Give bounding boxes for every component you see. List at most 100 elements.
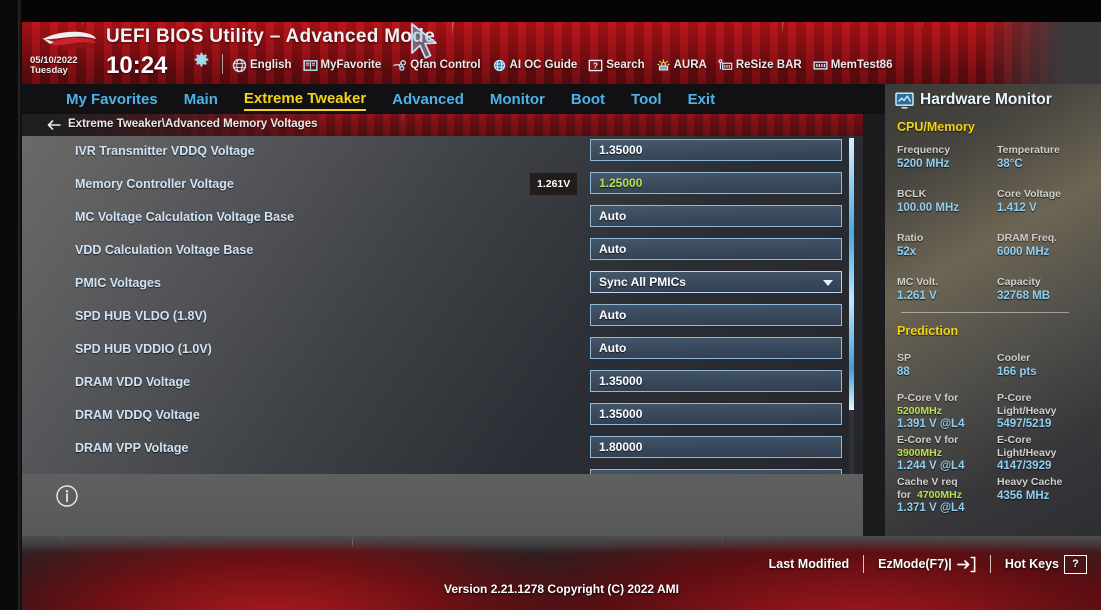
hm-temperature: Temperature 38°C — [997, 144, 1060, 170]
hm-key: BCLK — [897, 188, 927, 200]
setting-value-field[interactable]: 1.25000 — [590, 172, 842, 194]
book-icon — [302, 59, 318, 71]
setting-row[interactable]: MC Voltage Calculation Voltage Base Auto — [22, 202, 863, 235]
setting-row[interactable]: PMIC Voltages Sync All PMICs — [22, 268, 863, 301]
header-divider — [222, 54, 223, 74]
last-modified-button[interactable]: Last Modified — [769, 557, 850, 571]
setting-row[interactable]: VDD Calculation Voltage Base Auto — [22, 235, 863, 268]
title-bar-fade — [981, 22, 1101, 84]
info-icon[interactable] — [55, 484, 79, 508]
hot-keys-button[interactable]: Hot Keys ? — [1004, 554, 1087, 574]
pmic-voltages-dropdown[interactable]: Sync All PMICs — [590, 271, 842, 293]
setting-row[interactable]: DRAM VDD Voltage 1.35000 — [22, 367, 863, 400]
ezmode-label: EzMode(F7)| — [878, 557, 952, 571]
setting-value-field[interactable]: Auto — [590, 238, 842, 260]
tool-label: Qfan Control — [410, 59, 481, 71]
setting-row[interactable]: IVR Transmitter VDDQ Voltage 1.35000 — [22, 136, 863, 169]
tab-my-favorites[interactable]: My Favorites — [66, 89, 158, 110]
hot-keys-label: Hot Keys — [1004, 557, 1059, 571]
setting-row[interactable]: DRAM VPP Voltage 1.80000 — [22, 433, 863, 466]
setting-value-field[interactable]: Auto — [590, 337, 842, 359]
setting-value: 1.35000 — [599, 143, 643, 157]
setting-label: MC Voltage Calculation Voltage Base — [75, 210, 295, 224]
hm-key: Capacity — [997, 276, 1041, 288]
hm-value: 52x — [897, 246, 917, 258]
setting-value-field[interactable]: 1.35000 — [590, 403, 842, 425]
setting-row[interactable]: SPD HUB VDDIO (1.0V) Auto — [22, 334, 863, 367]
last-modified-label: Last Modified — [768, 557, 850, 571]
hm-ratio: Ratio 52x — [897, 232, 923, 258]
tool-ai-oc-guide[interactable]: AI OC Guide — [492, 58, 577, 73]
tab-exit[interactable]: Exit — [688, 89, 716, 110]
pcore-lh-label-a: P-Core — [997, 392, 1032, 404]
fan-icon — [393, 59, 407, 71]
hardware-monitor-label: Hardware Monitor — [920, 91, 1052, 108]
setting-row[interactable]: DRAM VDD Switching Frequency Auto — [22, 466, 863, 474]
tab-boot[interactable]: Boot — [571, 89, 605, 110]
tool-myfavorite[interactable]: MyFavorite — [302, 58, 382, 73]
tool-search[interactable]: ? Search — [588, 58, 645, 73]
setting-value: 1.35000 — [599, 374, 643, 388]
setting-value-field[interactable]: 1.80000 — [590, 436, 842, 458]
setting-value-field[interactable]: Auto — [590, 304, 842, 326]
settings-scrollbar-thumb[interactable] — [849, 138, 854, 410]
bios-version: Version 2.21.1278 Copyright (C) 2022 AMI — [444, 582, 679, 596]
hm-key: DRAM Freq. — [997, 232, 1058, 244]
prediction-sp: SP 88 — [897, 352, 911, 378]
tab-advanced[interactable]: Advanced — [392, 89, 464, 110]
hot-keys-key: ? — [1064, 554, 1087, 574]
tool-label: MyFavorite — [320, 59, 382, 71]
prediction-cooler: Cooler 166 pts — [997, 352, 1037, 378]
hm-bclk: BCLK 100.00 MHz — [897, 188, 959, 214]
setting-label: SPD HUB VLDO (1.8V) — [75, 309, 207, 323]
hardware-monitor-title: Hardware Monitor — [895, 91, 1052, 109]
setting-label: DRAM VPP Voltage — [75, 441, 189, 455]
memtest-icon — [813, 60, 828, 70]
tool-english[interactable]: English — [232, 58, 292, 73]
gear-icon[interactable] — [194, 52, 209, 67]
breadcrumb: Extreme Tweaker\Advanced Memory Voltages — [22, 114, 863, 136]
tab-tool[interactable]: Tool — [631, 89, 662, 110]
resize-bar-icon — [718, 58, 733, 70]
tab-monitor[interactable]: Monitor — [490, 89, 545, 110]
tab-main[interactable]: Main — [184, 89, 218, 110]
setting-value-field[interactable]: 1.35000 — [590, 370, 842, 392]
tool-label: MemTest86 — [830, 59, 893, 71]
ecore-frequency: 3900MHz — [897, 447, 942, 459]
hm-key: Core Voltage — [997, 188, 1061, 200]
setting-value-field[interactable]: 1.35000 — [590, 139, 842, 161]
pcore-lh-value: 5497/5219 — [997, 418, 1052, 430]
tab-extreme-tweaker[interactable]: Extreme Tweaker — [243, 88, 367, 111]
hm-value: 1.261 V — [897, 290, 937, 302]
svg-text:?: ? — [593, 60, 598, 70]
setting-label: IVR Transmitter VDDQ Voltage — [75, 144, 255, 158]
search-question-icon: ? — [588, 59, 603, 71]
setting-value-field[interactable]: Auto — [590, 205, 842, 227]
tool-memtest86[interactable]: MemTest86 — [813, 58, 893, 73]
tool-qfan-control[interactable]: Qfan Control — [392, 58, 481, 73]
hm-key: Temperature — [997, 144, 1060, 156]
hm-value: 166 pts — [997, 366, 1037, 378]
setting-value: Auto — [599, 308, 627, 322]
back-arrow-icon[interactable] — [46, 117, 62, 133]
monitor-bezel-left — [0, 0, 22, 610]
prediction-heading: Prediction — [897, 324, 959, 338]
settings-row-list: IVR Transmitter VDDQ Voltage 1.35000 Mem… — [22, 136, 863, 474]
setting-row[interactable]: SPD HUB VLDO (1.8V) Auto — [22, 301, 863, 334]
pcore-v-label: P-Core V for — [897, 392, 959, 404]
hm-value: 5200 MHz — [897, 158, 950, 170]
tool-aura[interactable]: AURA — [656, 58, 707, 73]
hm-dram-freq: DRAM Freq. 6000 MHz — [997, 232, 1057, 258]
tool-resize-bar[interactable]: ReSize BAR — [718, 58, 802, 73]
tool-label: AURA — [673, 59, 707, 71]
setting-label: VDD Calculation Voltage Base — [75, 243, 254, 257]
ezmode-button[interactable]: EzMode(F7)| — [878, 556, 976, 573]
info-bar — [22, 474, 863, 536]
heavy-cache-label: Heavy Cache — [997, 476, 1063, 488]
footer-bar: Last Modified EzMode(F7)| Hot Keys ? Ver… — [22, 536, 1101, 610]
setting-row[interactable]: Memory Controller Voltage 1.261V 1.25000 — [22, 169, 863, 202]
ecore-v-label: E-Core V for — [897, 434, 959, 446]
weekday-value: Tuesday — [30, 65, 68, 76]
setting-row[interactable]: DRAM VDDQ Voltage 1.35000 — [22, 400, 863, 433]
hm-value: 1.412 V — [997, 202, 1037, 214]
